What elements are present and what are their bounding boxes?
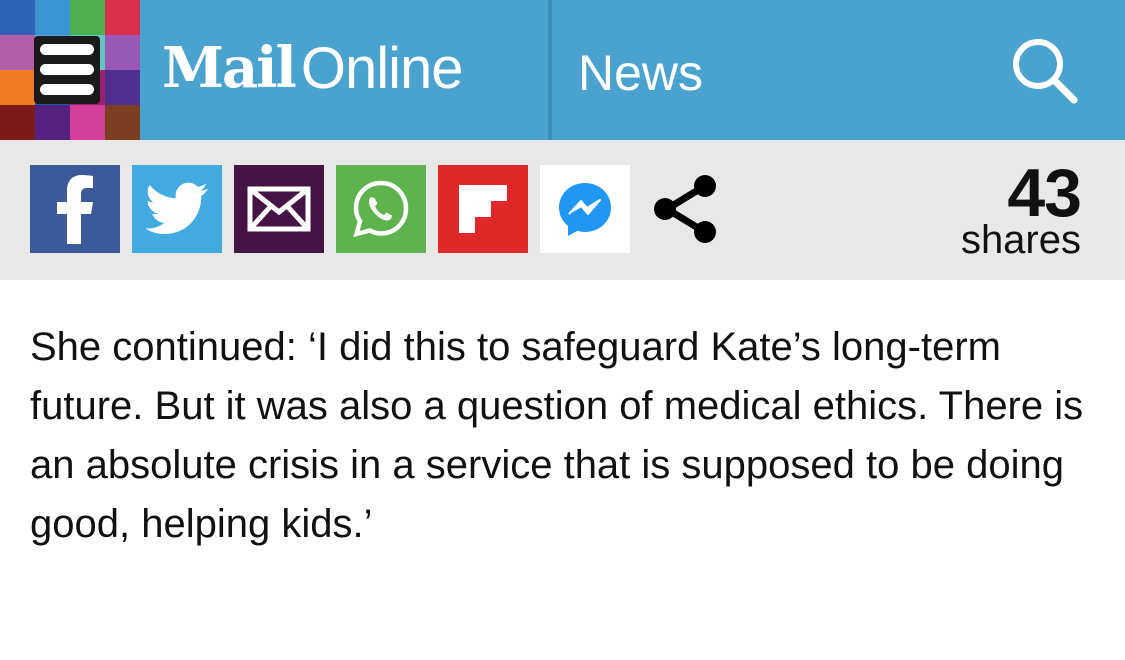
mosaic-tile: [105, 105, 140, 140]
share-bar: 43 shares: [0, 140, 1125, 280]
site-logo[interactable]: Mail Online: [162, 18, 464, 118]
share-icon: [654, 175, 716, 243]
more-share-button[interactable]: [640, 165, 730, 253]
mosaic-tile: [70, 0, 105, 35]
whatsapp-share-button[interactable]: [336, 165, 426, 253]
whatsapp-icon: [353, 180, 409, 238]
twitter-share-button[interactable]: [132, 165, 222, 253]
logo-online-text: Online: [300, 35, 464, 101]
search-button[interactable]: [1000, 30, 1090, 110]
header-divider: [548, 0, 552, 140]
mosaic-tile: [0, 35, 35, 70]
mosaic-tile: [0, 0, 35, 35]
messenger-icon: [559, 183, 611, 236]
flipboard-share-button[interactable]: [438, 165, 528, 253]
mosaic-tile: [105, 35, 140, 70]
facebook-icon: [57, 175, 93, 244]
logo-mosaic: [0, 0, 140, 140]
section-news-link[interactable]: News: [578, 44, 703, 102]
menu-button[interactable]: [34, 36, 100, 104]
facebook-share-button[interactable]: [30, 165, 120, 253]
mosaic-tile: [35, 0, 70, 35]
share-count-label: shares: [960, 218, 1081, 262]
flipboard-icon: [459, 185, 507, 233]
mosaic-tile: [105, 0, 140, 35]
mosaic-tile: [0, 70, 35, 105]
logo-mail-text: Mail: [162, 35, 297, 101]
messenger-share-button[interactable]: [540, 165, 630, 253]
email-share-button[interactable]: [234, 165, 324, 253]
twitter-icon: [145, 182, 208, 235]
article-body: She continued: ‘I did this to safeguard …: [30, 318, 1090, 554]
share-count: 43 shares: [960, 158, 1082, 262]
article-paragraph: She continued: ‘I did this to safeguard …: [30, 325, 1084, 546]
email-icon: [247, 186, 311, 232]
mosaic-tile: [35, 105, 70, 140]
mosaic-tile: [70, 105, 105, 140]
site-header: Mail Online News: [0, 0, 1125, 140]
mosaic-tile: [105, 70, 140, 105]
mosaic-tile: [0, 105, 35, 140]
search-icon: [1013, 39, 1078, 104]
